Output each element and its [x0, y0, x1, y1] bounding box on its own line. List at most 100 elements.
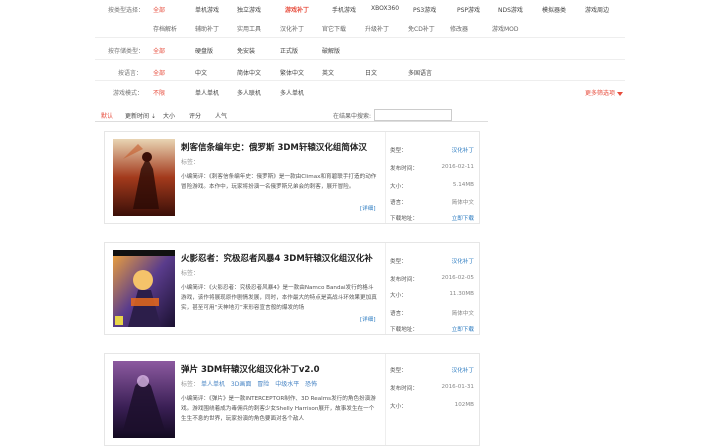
info-size-value: 102MB	[454, 402, 474, 408]
filter-type-indie[interactable]: 独立游戏	[237, 5, 261, 14]
game-description: 小编简评：《火影忍者：究极忍者风暴4》是一款由Namco Bandai发行的格斗…	[181, 285, 377, 311]
tag-link[interactable]: 恐怖	[305, 381, 317, 388]
info-lang-value: 简体中文	[451, 200, 474, 206]
info-download-label: 下载地址：	[390, 327, 418, 333]
filter-mode-any[interactable]: 不限	[153, 88, 165, 97]
info-lang-value: 简体中文	[451, 311, 474, 317]
chevron-down-icon	[617, 91, 624, 96]
sort-size[interactable]: 大小	[163, 111, 175, 120]
info-panel: 类型： 汉化补丁 发布时间： 2016-01-31 大小： 102MB	[385, 354, 480, 445]
info-date-label: 发布时间：	[390, 166, 418, 172]
game-description: 小编简评：《刺客信条编年史：俄罗斯》是一款由Climax和育碧联手打造的动作冒险…	[181, 174, 377, 190]
sort-rating[interactable]: 评分	[189, 111, 201, 120]
info-lang-label: 语言：	[390, 200, 407, 206]
game-cover-image[interactable]	[113, 250, 175, 327]
divider	[95, 80, 625, 81]
sort-default[interactable]: 默认	[101, 111, 113, 120]
info-lang-label: 语言：	[390, 311, 407, 317]
tags-label: 标签：	[181, 381, 200, 388]
filter-env-label: 按存储类型：	[108, 48, 145, 55]
filter-lang-chinese[interactable]: 中文	[195, 68, 207, 77]
sort-update-time[interactable]: 更新时间 ⇣	[125, 111, 156, 120]
info-size-value: 11.30MB	[449, 291, 474, 297]
filter-sub-mod[interactable]: 游戏MOD	[492, 24, 519, 33]
tag-link[interactable]: 3D画面	[231, 381, 251, 388]
filter-sub-nocd[interactable]: 免CD补丁	[408, 24, 435, 33]
filter-type-patch[interactable]: 游戏补丁	[285, 5, 309, 14]
info-date: 发布时间： 2016-01-31	[390, 384, 476, 392]
filter-env-noinstall[interactable]: 免安装	[237, 46, 255, 55]
filter-sub-trainer[interactable]: 修改器	[450, 24, 468, 33]
result-search-input[interactable]	[374, 109, 452, 121]
tags-row: 标签：	[181, 157, 199, 166]
filter-type-nds[interactable]: NDS游戏	[498, 5, 523, 14]
info-type: 类型： 汉化补丁	[390, 366, 476, 374]
filter-type-peripheral[interactable]: 游戏周边	[585, 5, 609, 14]
filter-type-ps3[interactable]: PS3游戏	[413, 5, 436, 14]
info-date-value: 2016-02-11	[441, 164, 474, 170]
filter-sub-other[interactable]: 官它下载	[322, 24, 346, 33]
info-type-value[interactable]: 汉化补丁	[452, 146, 474, 154]
download-button[interactable]: 立即下载	[452, 214, 474, 222]
filter-type-mobile[interactable]: 手机游戏	[332, 5, 356, 14]
filter-lang-multi[interactable]: 多国语言	[408, 68, 432, 77]
filter-lang-english[interactable]: 英文	[322, 68, 334, 77]
info-size-label: 大小：	[390, 184, 407, 190]
filter-sub-tools[interactable]: 实用工具	[237, 24, 261, 33]
game-title-link[interactable]: 刺客信条编年史：俄罗斯 3DM轩辕汉化组简体汉	[181, 141, 367, 153]
info-type: 类型： 汉化补丁	[390, 257, 476, 265]
sort-popularity[interactable]: 人气	[215, 111, 227, 120]
filter-lang-all[interactable]: 全部	[153, 68, 165, 77]
filter-mode-single[interactable]: 单人单机	[195, 88, 219, 97]
filter-type-emu[interactable]: 模拟器类	[542, 5, 566, 14]
filter-env-official[interactable]: 正式版	[280, 46, 298, 55]
list-item: 火影忍者：究极忍者风暴4 3DM轩辕汉化组汉化补 标签： 小编简评：《火影忍者：…	[104, 242, 480, 335]
detail-link[interactable]: [详细]	[360, 315, 376, 323]
detail-link[interactable]: [详细]	[360, 204, 376, 212]
info-type-value[interactable]: 汉化补丁	[452, 366, 474, 374]
game-cover-image[interactable]	[113, 361, 175, 438]
filter-env-cracked[interactable]: 破解版	[322, 46, 340, 55]
info-size-label: 大小：	[390, 293, 407, 299]
tag-link[interactable]: 单人单机	[201, 381, 225, 388]
info-date-label: 发布时间：	[390, 386, 418, 392]
info-type: 类型： 汉化补丁	[390, 146, 476, 154]
filter-mode-label: 游戏模式：	[113, 90, 144, 97]
info-lang: 语言： 简体中文	[390, 309, 476, 317]
filter-lang-japanese[interactable]: 日文	[365, 68, 377, 77]
filter-env-hdd[interactable]: 硬盘版	[195, 46, 213, 55]
divider	[95, 59, 625, 60]
filter-type-label: 按类型选择：	[108, 7, 145, 14]
info-size: 大小： 102MB	[390, 402, 476, 410]
info-type-label: 类型：	[390, 368, 407, 374]
filter-mode-online[interactable]: 多人联机	[237, 88, 261, 97]
search-label: 在结果中搜索:	[333, 113, 372, 120]
filter-type-pc[interactable]: 单机游戏	[195, 5, 219, 14]
info-type-label: 类型：	[390, 259, 407, 265]
tags-label: 标签：	[181, 159, 200, 166]
tag-link[interactable]: 冒险	[257, 381, 269, 388]
info-type-value[interactable]: 汉化补丁	[452, 257, 474, 265]
game-title-link[interactable]: 弹片 3DM轩辕汉化组汉化补丁v2.0	[181, 363, 320, 375]
filter-sub-upgrade[interactable]: 升级补丁	[365, 24, 389, 33]
filter-lang-traditional[interactable]: 繁体中文	[280, 68, 304, 77]
filter-mode-local[interactable]: 多人单机	[280, 88, 304, 97]
filter-sub-chinese[interactable]: 汉化补丁	[280, 24, 304, 33]
filter-sub-assist[interactable]: 辅助补丁	[195, 24, 219, 33]
filter-type-all[interactable]: 全部	[153, 5, 165, 14]
game-title-link[interactable]: 火影忍者：究极忍者风暴4 3DM轩辕汉化组汉化补	[181, 252, 373, 264]
info-download: 下载地址： 立即下载	[390, 325, 476, 333]
game-cover-image[interactable]	[113, 139, 175, 216]
download-button[interactable]: 立即下载	[452, 325, 474, 333]
tag-link[interactable]: 中级水平	[275, 381, 299, 388]
info-date: 发布时间： 2016-02-05	[390, 275, 476, 283]
filter-env-all[interactable]: 全部	[153, 46, 165, 55]
more-filters-link[interactable]: 更多筛选项	[585, 88, 624, 97]
filter-sub-save[interactable]: 存档解析	[153, 24, 177, 33]
filter-type-xbox[interactable]: XBOX360	[371, 5, 399, 12]
filter-lang-simplified[interactable]: 简体中文	[237, 68, 261, 77]
info-date-value: 2016-02-05	[441, 275, 474, 281]
filter-type-psp[interactable]: PSP游戏	[457, 5, 480, 14]
info-type-label: 类型：	[390, 148, 407, 154]
info-download: 下载地址： 立即下载	[390, 214, 476, 222]
